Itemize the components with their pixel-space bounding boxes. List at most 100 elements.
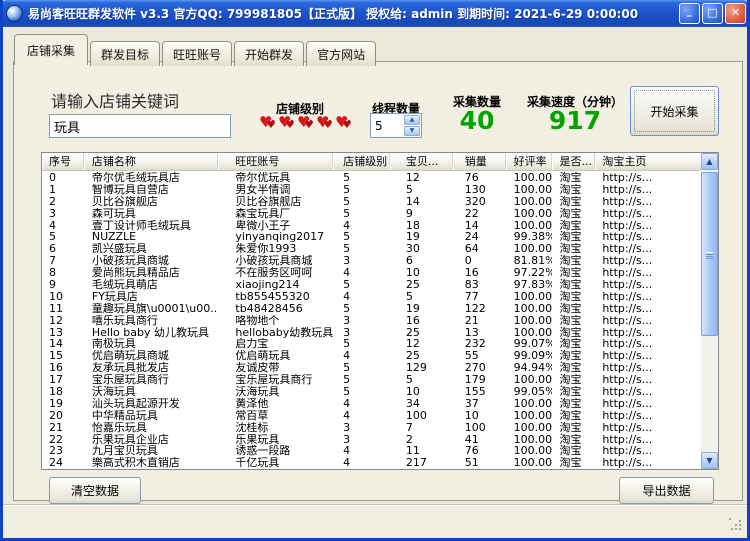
thread-count-stepper[interactable]: ▲ ▼ — [370, 113, 422, 138]
table-cell: 10 — [405, 386, 420, 398]
heart-icon: ♥ ♥ — [259, 113, 276, 131]
export-data-button[interactable]: 导出数据 — [619, 477, 714, 504]
table-cell: tb855455320 — [235, 290, 310, 303]
column-header[interactable]: 宝贝... — [390, 153, 453, 170]
column-header[interactable]: 店铺级别 — [333, 153, 390, 170]
table-cell: 16 — [464, 267, 479, 280]
thread-count-input[interactable] — [371, 114, 405, 137]
table-cell: 3 — [343, 326, 351, 339]
table-row[interactable]: 9 毛绒玩具萌店 xiaojing214 5 25 83 97.83% 淘宝 http://s.… — [42, 279, 701, 291]
table-cell: 淘宝 — [559, 219, 582, 232]
table-cell: 4 — [343, 290, 351, 303]
table-cell: 九月宝贝玩具 — [91, 445, 158, 458]
table-row[interactable]: 20 中华精品玩具 常百草 4 100 10 100.00% 淘宝 http://s... — [42, 410, 701, 422]
table-row[interactable]: 14 南极玩具 启力宝 5 12 232 99.07% 淘宝 http://s... — [42, 338, 701, 350]
tab-3[interactable]: 开始群发 — [234, 41, 305, 66]
table-cell: 淘宝 — [559, 445, 582, 458]
table-cell: 3 — [343, 255, 351, 268]
table-cell: 12 — [405, 172, 420, 184]
start-collect-button[interactable]: 开始采集 — [630, 86, 719, 136]
table-row[interactable]: 13 Hello baby 幼儿教玩具 hellobaby幼教玩具 3 25 13 100.… — [42, 327, 701, 339]
table-cell: 122 — [464, 302, 486, 315]
column-header[interactable]: 店铺名称 — [84, 153, 219, 170]
tab-4[interactable]: 官方网站 — [306, 41, 377, 66]
table-cell: 30 — [405, 243, 420, 256]
table-cell: http://s... — [602, 267, 653, 280]
table-row[interactable]: 12 嘻乐玩具商行 咯物地个 3 16 21 100.00% 淘宝 http://s... — [42, 315, 701, 327]
tab-1[interactable]: 群发目标 — [90, 41, 161, 66]
table-cell: 淘宝 — [559, 279, 582, 291]
table-row[interactable]: 18 沃海玩具 沃海玩具 5 10 155 99.05% 淘宝 http://s... — [42, 386, 701, 398]
clear-data-button[interactable]: 清空数据 — [49, 477, 141, 504]
table-row[interactable]: 8 爱尚熊玩具精品店 不在服务区呵呵 4 10 16 97.22% 淘宝 http://s... — [42, 267, 701, 279]
table-cell: 淘宝 — [559, 362, 582, 375]
table-row[interactable]: 5 NUZZLE yinyanqing2017 5 19 24 99.38% 淘宝 http:/… — [42, 231, 701, 243]
table-cell: 嘻乐玩具商行 — [91, 314, 158, 327]
table-row[interactable]: 3 森可玩具 森宝玩具厂 5 9 22 100.00% 淘宝 http://s... — [42, 208, 701, 220]
maximize-button[interactable]: □ — [702, 3, 723, 24]
stepper-down-button[interactable]: ▼ — [404, 126, 420, 136]
table-cell: 淘宝 — [559, 243, 582, 256]
table-cell: 壹丁设计师毛绒玩具 — [91, 219, 191, 232]
table-cell: http://s... — [602, 183, 653, 196]
table-cell: 51 — [464, 457, 479, 469]
table-row[interactable]: 4 壹丁设计师毛绒玩具 卑微小王子 4 18 14 100.00% 淘宝 http://s... — [42, 220, 701, 232]
table-cell: http://s... — [602, 314, 653, 327]
scrollbar-up-button[interactable]: ▲ — [701, 153, 718, 170]
table-row[interactable]: 1 智博玩具自营店 男女半情调 5 5 130 100.00% 淘宝 http://s... — [42, 184, 701, 196]
stepper-up-button[interactable]: ▲ — [404, 115, 420, 125]
table-row[interactable]: 0 帝尔优毛绒玩具店 帝尔优玩具 5 12 76 100.00% 淘宝 http://s... — [42, 172, 701, 184]
column-header[interactable]: 淘宝主页 — [595, 153, 701, 170]
table-cell: 5 — [343, 386, 351, 398]
scrollbar-thumb[interactable] — [701, 172, 718, 336]
column-header[interactable]: 是否... — [552, 153, 596, 170]
column-header[interactable]: 旺旺账号 — [218, 153, 334, 170]
table-row[interactable]: 2 贝比谷旗舰店 贝比谷旗舰店 5 14 320 100.00% 淘宝 http://s... — [42, 196, 701, 208]
collect-speed-value: 917 — [548, 106, 602, 135]
table-row[interactable]: 17 宝乐屋玩具商行 宝乐屋玩具商行 5 5 179 100.00% 淘宝 http://s..… — [42, 374, 701, 386]
close-button[interactable]: ✕ — [725, 3, 746, 24]
table-cell: 贝比谷旗舰店 — [235, 195, 302, 208]
table-cell: 4 — [49, 219, 56, 232]
minimize-button[interactable]: _ — [679, 3, 700, 24]
table-cell: 淘宝 — [559, 457, 582, 469]
table-cell: http://s... — [602, 255, 653, 268]
table-row[interactable]: 23 九月宝贝玩具 诱惑一段路 4 11 76 100.00% 淘宝 http://s... — [42, 445, 701, 457]
table-row[interactable]: 6 凯兴盛玩具 朱爱你1993 5 30 64 100.00% 淘宝 http://s... — [42, 243, 701, 255]
table-row[interactable]: 22 乐果玩具企业店 乐果玩具 3 2 41 100.00% 淘宝 http://s... — [42, 434, 701, 446]
scrollbar-down-button[interactable]: ▼ — [701, 452, 718, 469]
keyword-input[interactable] — [49, 114, 231, 138]
column-header[interactable]: 销量 — [453, 153, 506, 170]
table-cell: 13 — [49, 326, 63, 339]
table-cell: 0 — [464, 255, 472, 268]
tab-0[interactable]: 店铺采集 — [14, 34, 89, 65]
table-row[interactable]: 11 童趣玩具旗\u0001\u00... tb48428456 5 19 122 100.… — [42, 303, 701, 315]
table-row[interactable]: 7 小破孩玩具商城 小破孩玩具商城 3 6 0 81.81% 淘宝 http://s... — [42, 255, 701, 267]
table-cell: 100.00% — [513, 409, 553, 422]
table-cell: 4 — [343, 445, 351, 458]
title-bar[interactable]: 易尚客旺旺群发软件 v3.3 官方QQ: 799981805【正式版】 授权给:… — [3, 0, 747, 27]
chevron-down-icon: ▼ — [409, 127, 415, 134]
table-cell: 7 — [49, 255, 56, 268]
column-header[interactable]: 好评率 — [506, 153, 553, 170]
table-row[interactable]: 15 优启萌玩具商城 优启萌玩具 4 25 55 99.09% 淘宝 http://s... — [42, 350, 701, 362]
column-header[interactable]: 序号 — [42, 153, 84, 170]
close-icon: ✕ — [730, 6, 741, 19]
table-cell: 100.00% — [513, 207, 553, 220]
table-row[interactable]: 24 樂高式积木直销店 千亿玩具 4 217 51 100.00% 淘宝 http://s... — [42, 457, 701, 469]
table-body: 0帝尔优毛绒玩具店帝尔优玩具51276100.00%淘宝http://s...1… — [42, 172, 701, 469]
resize-grip-icon[interactable] — [729, 518, 743, 532]
table-row[interactable]: 19 汕头玩具起源开发 黄泽他 4 34 37 100.00% 淘宝 http://s... — [42, 398, 701, 410]
table-cell: 4 — [343, 457, 351, 469]
vertical-scrollbar[interactable]: ▲ ▼ — [701, 153, 718, 469]
table-cell: 朱爱你1993 — [235, 243, 297, 256]
table-cell: 100.00% — [513, 243, 553, 256]
table-cell: 83 — [464, 279, 479, 291]
table-row[interactable]: 21 怡嘉乐玩具 沈桂标 3 7 100 100.00% 淘宝 http://s... — [42, 422, 701, 434]
table-row[interactable]: 16 友承玩具批发店 友诚皮带 5 129 270 94.94% 淘宝 http://s... — [42, 362, 701, 374]
table-cell: http://s... — [602, 445, 653, 458]
table-cell: 怡嘉乐玩具 — [91, 421, 147, 434]
table-row[interactable]: 10 FY玩具店 tb855455320 4 5 77 100.00% 淘宝 http://s.… — [42, 291, 701, 303]
tab-2[interactable]: 旺旺账号 — [162, 41, 233, 66]
table-cell: 淘宝 — [559, 195, 582, 208]
